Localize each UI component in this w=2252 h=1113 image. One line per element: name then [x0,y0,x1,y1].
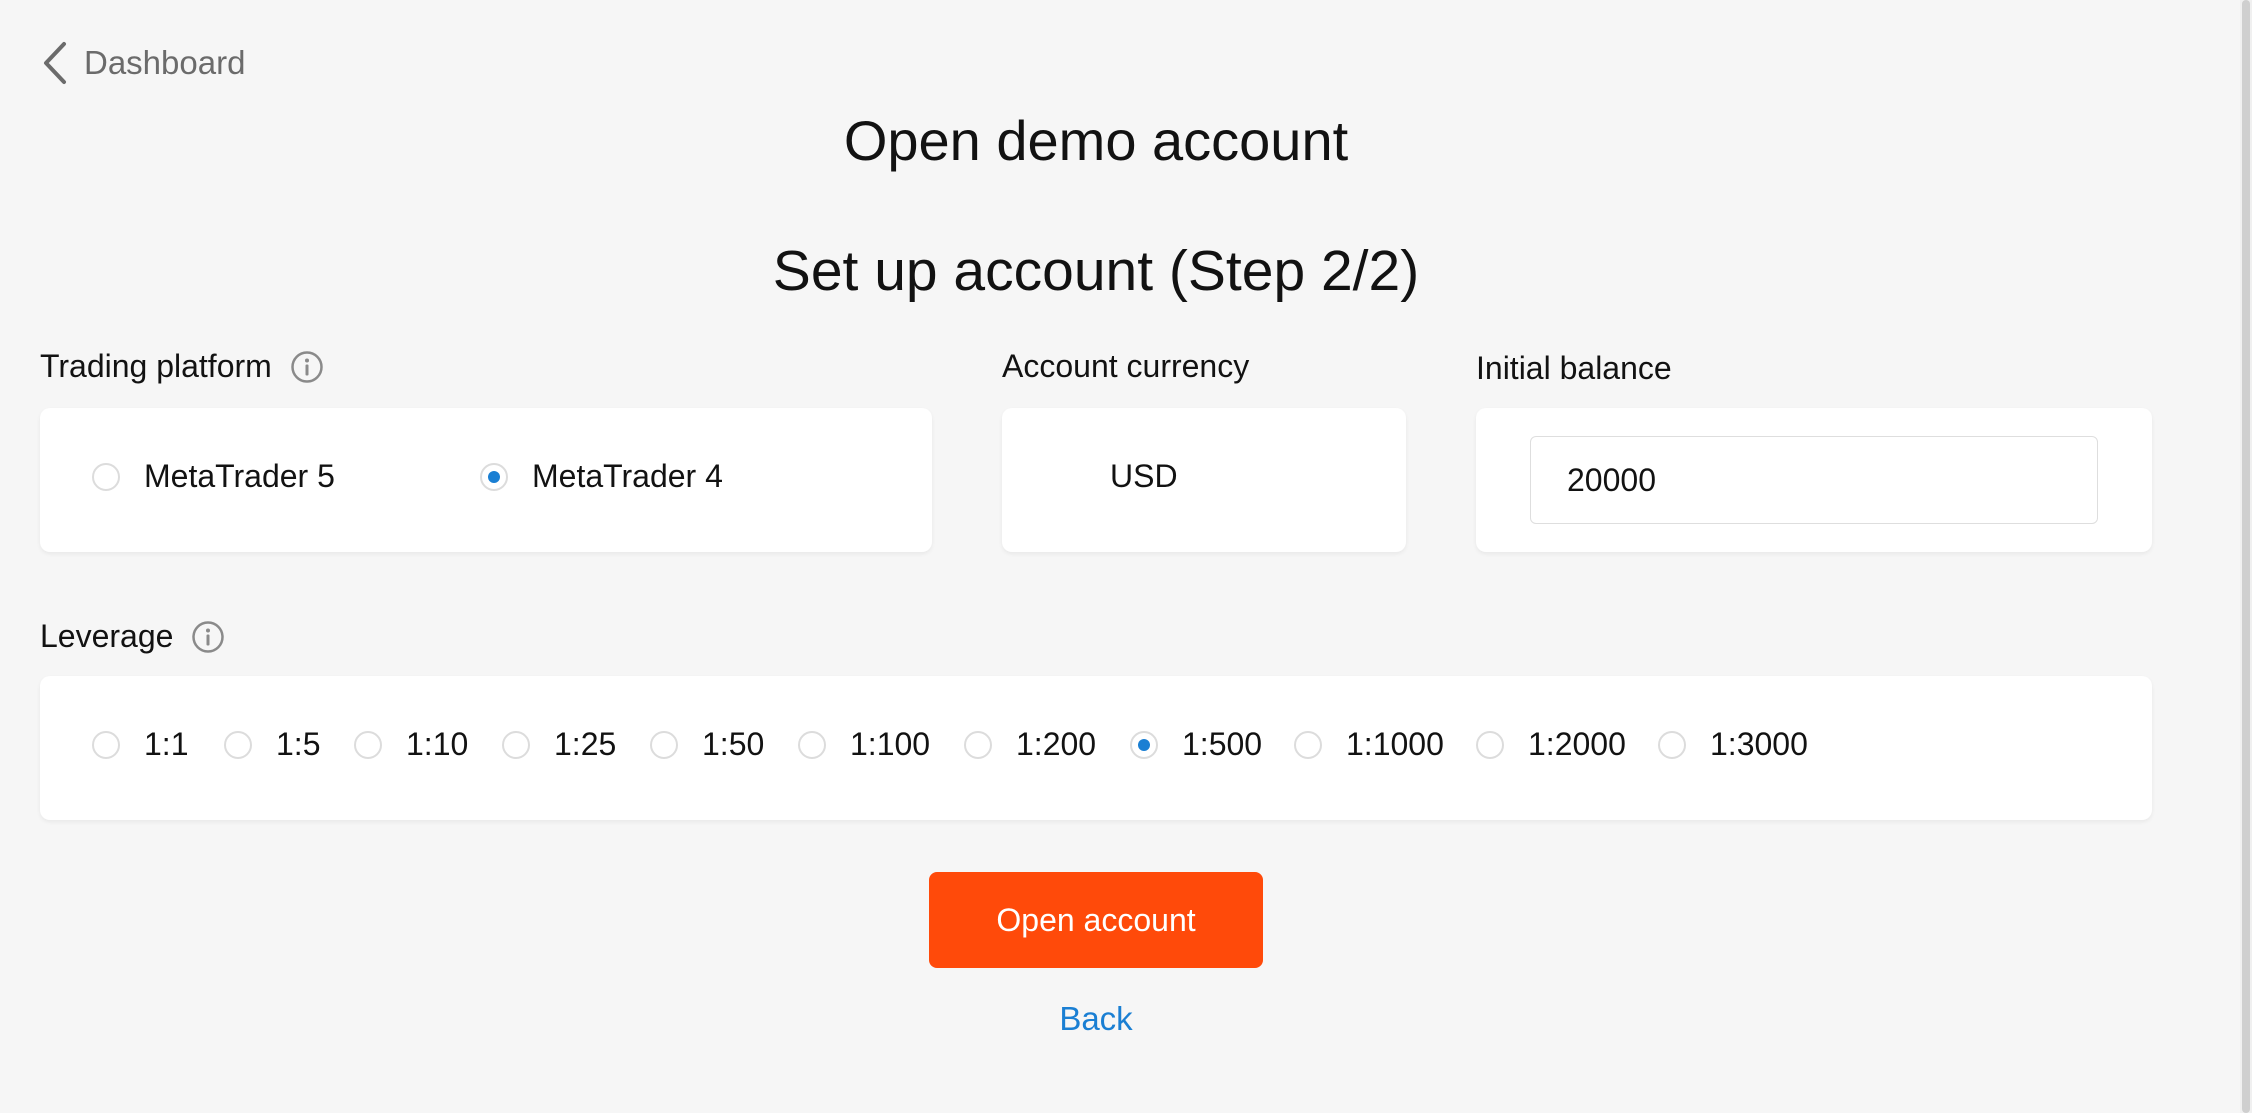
open-account-button[interactable]: Open account [929,872,1263,968]
initial-balance-label-row: Initial balance [1476,350,1672,387]
trading-platform-card: MetaTrader 5 MetaTrader 4 [40,408,932,552]
radio-button-selected[interactable] [480,462,508,491]
scrollbar-thumb[interactable] [2242,0,2250,1113]
radio-button[interactable] [92,462,120,491]
leverage-option-label: 1:500 [1182,726,1263,762]
radio-button[interactable] [650,730,678,759]
radio-button[interactable] [354,730,382,759]
back-link[interactable]: Back [0,1000,2192,1038]
leverage-option-label: 1:100 [850,726,931,762]
leverage-option-label: 1:200 [1016,726,1097,762]
radio-button[interactable] [92,730,120,759]
leverage-option-1-1[interactable]: 1:1 [92,726,188,763]
initial-balance-card [1476,408,2152,552]
info-icon[interactable] [290,350,324,384]
leverage-label: Leverage [40,618,174,654]
leverage-option-1-10[interactable]: 1:10 [354,726,468,763]
radio-button[interactable] [1476,730,1504,759]
back-to-dashboard-label: Dashboard [84,44,246,81]
leverage-option-label: 1:5 [276,726,321,762]
step-title: Set up account (Step 2/2) [772,239,1420,303]
leverage-option-label: 1:10 [406,726,469,762]
platform-option-mt4[interactable]: MetaTrader 4 [480,458,723,495]
account-currency-card: USD [1002,408,1406,552]
leverage-option-label: 1:3000 [1710,726,1808,762]
platform-option-label: MetaTrader 5 [144,458,335,494]
trading-platform-label-row: Trading platform [40,348,324,385]
radio-button[interactable] [502,730,530,759]
vertical-scrollbar[interactable] [2240,0,2252,1113]
leverage-option-1-2000[interactable]: 1:2000 [1476,726,1626,763]
radio-button-selected[interactable] [1130,730,1158,759]
leverage-option-label: 1:2000 [1528,726,1626,762]
initial-balance-input[interactable] [1530,436,2098,524]
leverage-option-1-100[interactable]: 1:100 [798,726,930,763]
leverage-option-1-5[interactable]: 1:5 [224,726,320,763]
initial-balance-label: Initial balance [1476,350,1672,386]
radio-button[interactable] [964,730,992,759]
leverage-option-label: 1:25 [554,726,617,762]
page-title: Open demo account [843,109,1349,172]
radio-button[interactable] [1658,730,1686,759]
radio-button[interactable] [798,730,826,759]
chevron-left-icon [44,42,66,84]
trading-platform-label: Trading platform [40,348,272,384]
leverage-option-1-500[interactable]: 1:500 [1130,726,1262,763]
leverage-option-1-1000[interactable]: 1:1000 [1294,726,1444,763]
leverage-option-1-25[interactable]: 1:25 [502,726,616,763]
back-to-dashboard-link[interactable]: Dashboard [40,40,245,86]
radio-button[interactable] [1294,730,1322,759]
leverage-option-1-3000[interactable]: 1:3000 [1658,726,1808,763]
platform-option-label: MetaTrader 4 [532,458,723,494]
account-currency-label-row: Account currency [1002,348,1249,385]
page: Dashboard Open demo account Set up accou… [0,0,2252,1113]
leverage-option-label: 1:1 [144,726,189,762]
leverage-card: 1:1 1:5 1:10 1:25 1:50 1:100 1:200 1:500… [40,676,2152,820]
platform-option-mt5[interactable]: MetaTrader 5 [92,458,335,495]
account-currency-label: Account currency [1002,348,1250,384]
leverage-label-row: Leverage [40,618,225,655]
account-currency-value: USD [1110,458,1178,494]
leverage-option-1-200[interactable]: 1:200 [964,726,1096,763]
leverage-option-label: 1:50 [702,726,765,762]
leverage-option-1-50[interactable]: 1:50 [650,726,764,763]
info-icon[interactable] [191,620,225,654]
leverage-option-label: 1:1000 [1346,726,1444,762]
radio-button[interactable] [224,730,252,759]
